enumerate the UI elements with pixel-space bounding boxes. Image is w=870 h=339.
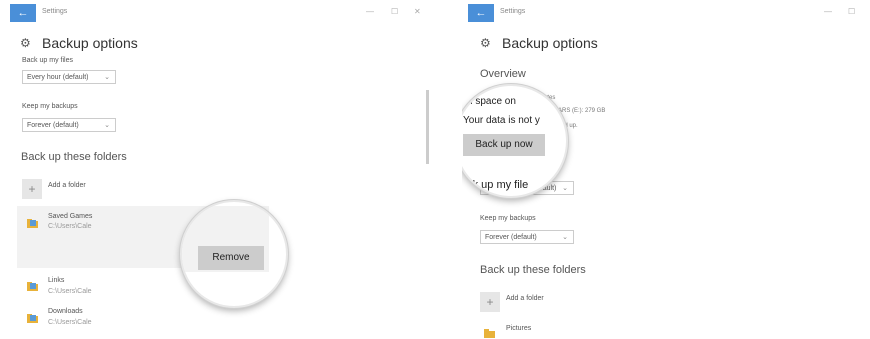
plus-icon: +	[486, 295, 494, 309]
backup-frequency-label: ack up my file	[462, 179, 529, 191]
minimize-button[interactable]: —	[366, 7, 374, 16]
keep-backups-select[interactable]: Forever (default) ⌄	[22, 118, 116, 132]
window-title: Settings	[500, 8, 526, 15]
backup-frequency-label: Back up my files	[22, 57, 73, 64]
back-button[interactable]: ←	[10, 4, 36, 22]
folder-name: Downloads	[48, 308, 83, 315]
close-button[interactable]: ✕	[414, 7, 421, 16]
overview-title: Overview	[480, 68, 526, 80]
folder-path: C:\Users\Cale	[48, 319, 92, 326]
folder-path: C:\Users\Cale	[48, 223, 92, 230]
page-title: Backup options	[502, 35, 598, 51]
window-title: Settings	[42, 8, 68, 15]
folder-icon	[484, 329, 495, 338]
chevron-down-icon: ⌄	[104, 122, 110, 129]
chevron-down-icon: ⌄	[104, 74, 110, 81]
folders-section-title: Back up these folders	[21, 151, 127, 163]
backup-frequency-select[interactable]: Every hour (default) ⌄	[22, 70, 116, 84]
gear-icon: ⚙	[480, 36, 491, 50]
keep-backups-label: Keep my backups	[22, 103, 78, 110]
scrollbar[interactable]	[426, 90, 429, 164]
backup-status-text: Your data is not y	[463, 115, 540, 126]
plus-icon: +	[28, 182, 36, 196]
keep-backups-label: Keep my backups	[480, 215, 536, 222]
keep-backups-value: Forever (default)	[485, 234, 537, 241]
maximize-button[interactable]: ☐	[848, 7, 855, 16]
back-arrow-icon: ←	[17, 7, 29, 19]
keep-backups-value: Forever (default)	[27, 122, 79, 129]
folder-icon	[27, 314, 38, 323]
folder-name: Saved Games	[48, 213, 93, 220]
drive-space-text: ARS (E:): 279 GB	[558, 108, 606, 114]
total-space-label: tal space on	[462, 96, 516, 107]
add-folder-button[interactable]: +	[480, 292, 500, 312]
back-arrow-icon: ←	[475, 7, 487, 19]
title-bar: ← Settings — ☐	[462, 0, 870, 26]
back-button[interactable]: ←	[468, 4, 494, 22]
minimize-button[interactable]: —	[824, 7, 832, 16]
right-settings-window: ← Settings — ☐ ⚙ Backup options Overview…	[462, 0, 870, 339]
zoom-magnifier: Remove	[180, 200, 288, 308]
add-folder-button[interactable]: +	[22, 179, 42, 199]
folder-icon	[27, 219, 38, 228]
folder-icon	[27, 282, 38, 291]
backup-frequency-value: Every hour (default)	[27, 74, 89, 81]
chevron-down-icon: ⌄	[562, 185, 568, 192]
remove-button[interactable]: Remove	[198, 246, 264, 270]
folder-name: Pictures	[506, 325, 532, 332]
keep-backups-select[interactable]: Forever (default) ⌄	[480, 230, 574, 244]
folder-name: Links	[48, 277, 65, 284]
add-folder-label[interactable]: Add a folder	[506, 295, 544, 302]
page-title: Backup options	[42, 35, 138, 51]
title-bar: ← Settings — ☐ ✕	[0, 0, 432, 26]
maximize-button[interactable]: ☐	[391, 7, 398, 16]
folder-path: C:\Users\Cale	[48, 288, 92, 295]
left-settings-window: ← Settings — ☐ ✕ ⚙ Backup options Back u…	[0, 0, 432, 339]
add-folder-label[interactable]: Add a folder	[48, 182, 86, 189]
back-up-now-button[interactable]: Back up now	[463, 134, 545, 156]
chevron-down-icon: ⌄	[562, 234, 568, 241]
folders-section-title: Back up these folders	[480, 264, 586, 276]
gear-icon: ⚙	[20, 36, 31, 50]
